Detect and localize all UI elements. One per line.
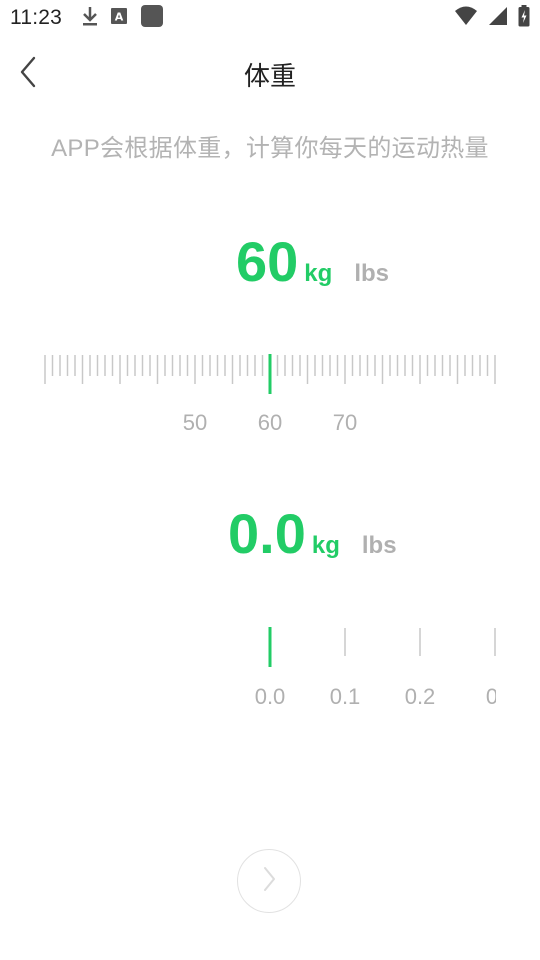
unit-lbs-toggle[interactable]: lbs [354, 260, 389, 288]
weight-integer-value: 60 [236, 230, 299, 293]
subtitle: APP会根据体重，计算你每天的运动热量 [51, 135, 489, 162]
unit-kg-toggle[interactable]: kg [304, 260, 332, 288]
weight-integer-readout: 60 kg lbs [236, 234, 389, 290]
weight-decimal-readout: 0.0 kg lbs [228, 506, 397, 562]
ruler-tick-label: 60 [257, 410, 283, 435]
weight-integer-ruler[interactable]: 50 60 70 [40, 350, 500, 445]
chevron-right-icon [261, 865, 277, 898]
ruler-tick-label: 0. [485, 684, 496, 709]
battery-charging-icon [518, 4, 530, 32]
ruler-tick-label: 0.0 [254, 684, 286, 709]
download-icon [80, 5, 100, 32]
ruler-tick-label: 70 [332, 410, 358, 435]
signal-icon [488, 6, 508, 31]
status-left-icons: A [80, 4, 164, 33]
page-title: 体重 [243, 61, 296, 91]
status-time: 11:23 [10, 6, 62, 29]
ruler-tick-label: 0.1 [329, 684, 361, 709]
weight-decimal-value: 0.0 [228, 502, 306, 565]
unit-lbs-toggle-decimal[interactable]: lbs [362, 532, 397, 560]
ruler-tick-label: 50 [182, 410, 208, 435]
unit-kg-toggle-decimal[interactable]: kg [312, 532, 340, 560]
status-right-icons [454, 4, 530, 32]
svg-text:A: A [115, 10, 124, 23]
a-badge-icon: A [110, 6, 130, 31]
app-square-icon [140, 4, 164, 33]
wifi-icon [454, 6, 478, 31]
next-button[interactable] [237, 849, 301, 913]
ruler-tick-label: 0.2 [404, 684, 436, 709]
weight-decimal-ruler[interactable]: 0.0 0.1 0.2 0. [40, 620, 496, 715]
